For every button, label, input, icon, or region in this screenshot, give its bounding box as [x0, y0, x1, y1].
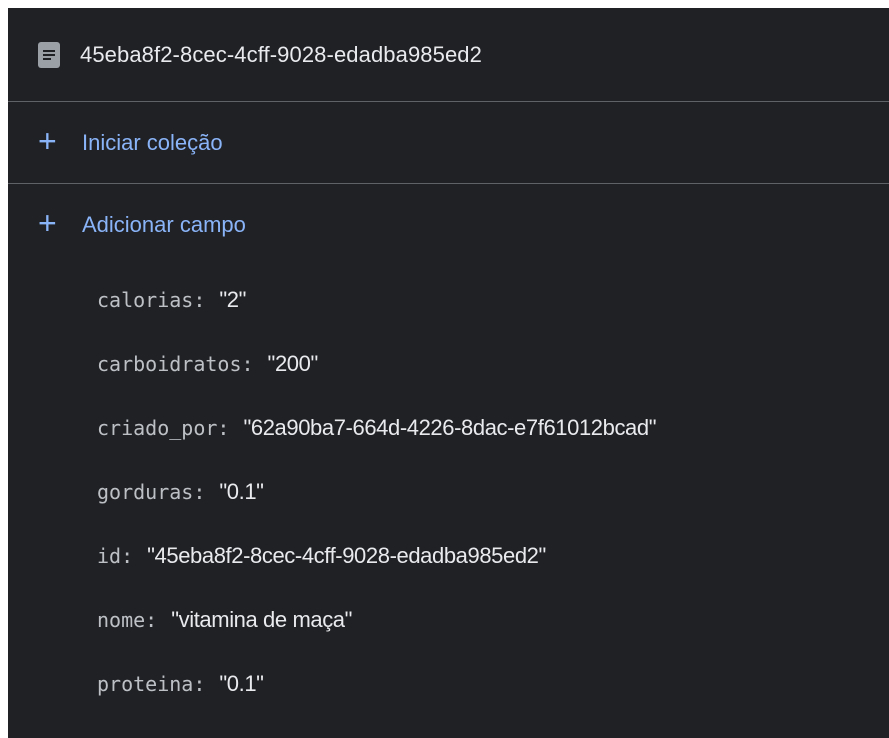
field-value: "45eba8f2-8cec-4cff-9028-edadba985ed2": [147, 543, 546, 568]
field-row-calorias[interactable]: calorias: "2": [97, 268, 889, 332]
field-row-id[interactable]: id: "45eba8f2-8cec-4cff-9028-edadba985ed…: [97, 524, 889, 588]
field-key: id: [97, 544, 122, 568]
field-key: proteina: [97, 672, 194, 696]
plus-icon: +: [38, 205, 57, 241]
field-key: calorias: [97, 288, 194, 312]
field-list: calorias: "2" carboidratos: "200" criado…: [8, 266, 889, 716]
document-icon: [38, 41, 60, 68]
field-row-proteina[interactable]: proteina: "0.1": [97, 652, 889, 716]
field-colon: :: [241, 352, 254, 376]
start-collection-label: Iniciar coleção: [82, 129, 223, 155]
field-key: nome: [97, 608, 146, 632]
field-row-nome[interactable]: nome: "vitamina de maça": [97, 588, 889, 652]
document-header: 45eba8f2-8cec-4cff-9028-edadba985ed2: [8, 8, 889, 102]
field-colon: :: [193, 288, 206, 312]
field-colon: :: [121, 544, 134, 568]
field-colon: :: [145, 608, 158, 632]
field-value: "200": [267, 351, 319, 376]
field-key: carboidratos: [97, 352, 242, 376]
field-row-criado-por[interactable]: criado_por: "62a90ba7-664d-4226-8dac-e7f…: [97, 396, 889, 460]
field-key: gorduras: [97, 480, 194, 504]
plus-icon: +: [38, 122, 57, 159]
add-field-button[interactable]: + Adicionar campo: [8, 184, 889, 266]
field-row-gorduras[interactable]: gorduras: "0.1": [97, 460, 889, 524]
field-value: "2": [219, 287, 247, 312]
document-panel: 45eba8f2-8cec-4cff-9028-edadba985ed2 + I…: [8, 8, 889, 738]
field-value: "0.1": [219, 479, 264, 504]
field-value: "0.1": [219, 671, 264, 696]
add-field-label: Adicionar campo: [82, 212, 246, 237]
field-colon: :: [193, 672, 206, 696]
document-title: 45eba8f2-8cec-4cff-9028-edadba985ed2: [80, 41, 482, 67]
field-value: "62a90ba7-664d-4226-8dac-e7f61012bcad": [243, 415, 657, 440]
field-colon: :: [193, 480, 206, 504]
field-key: criado_por: [97, 416, 218, 440]
field-value: "vitamina de maça": [171, 607, 353, 632]
start-collection-button[interactable]: + Iniciar coleção: [8, 102, 889, 184]
field-colon: :: [217, 416, 230, 440]
field-row-carboidratos[interactable]: carboidratos: "200": [97, 332, 889, 396]
